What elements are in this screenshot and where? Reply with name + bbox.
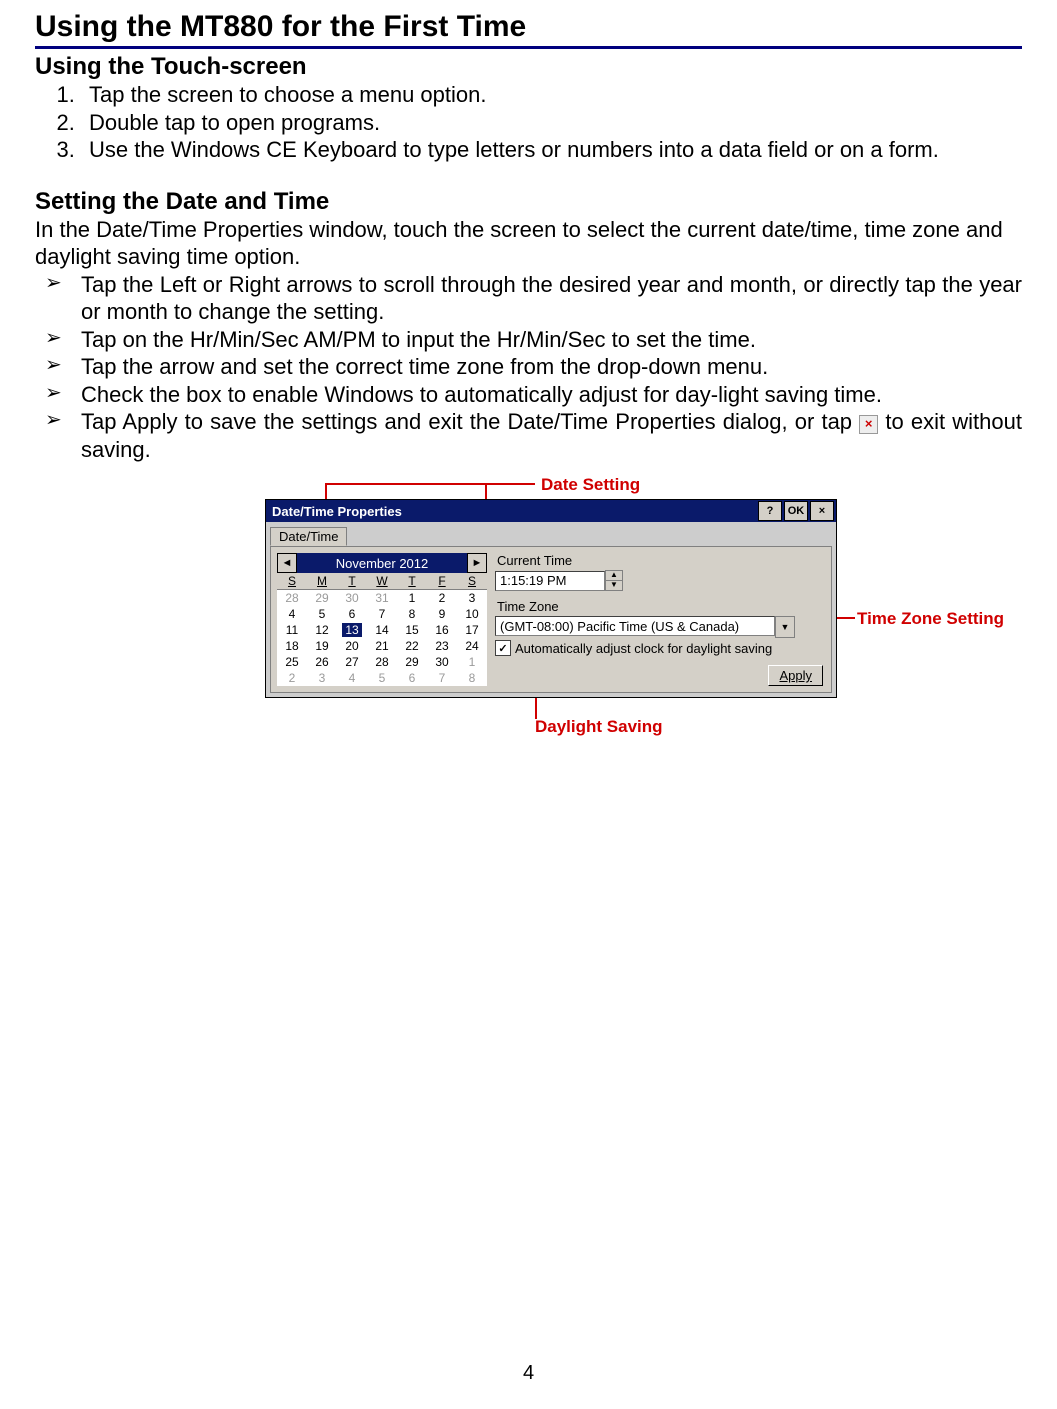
calendar-dow: M (307, 573, 337, 590)
calendar-day[interactable]: 8 (457, 670, 487, 686)
calendar-dow: W (367, 573, 397, 590)
list-item: Check the box to enable Windows to autom… (81, 381, 1022, 409)
calendar-day[interactable]: 15 (397, 622, 427, 638)
calendar-day[interactable]: 19 (307, 638, 337, 654)
calendar-day[interactable]: 29 (397, 654, 427, 670)
tab-strip: Date/Time (266, 522, 836, 546)
calendar-day[interactable]: 11 (277, 622, 307, 638)
calendar-day[interactable]: 12 (307, 622, 337, 638)
time-input[interactable] (495, 571, 605, 591)
calendar-dow: S (277, 573, 307, 590)
calendar-day[interactable]: 3 (307, 670, 337, 686)
window-titlebar[interactable]: Date/Time Properties ? OK × (266, 500, 836, 522)
touch-steps-list: Tap the screen to choose a menu option.D… (35, 81, 1022, 164)
time-zone-value[interactable] (495, 616, 775, 636)
calendar-day[interactable]: 4 (337, 670, 367, 686)
calendar-day[interactable]: 2 (427, 590, 457, 607)
datetime-properties-window: Date/Time Properties ? OK × Date/Time ◄ … (265, 499, 837, 698)
close-icon: × (859, 415, 878, 434)
list-item: Tap the Left or Right arrows to scroll t… (81, 271, 1022, 326)
tab-datetime[interactable]: Date/Time (270, 527, 347, 546)
calendar-day[interactable]: 3 (457, 590, 487, 607)
list-item: Use the Windows CE Keyboard to type lett… (81, 136, 1022, 164)
time-spinner[interactable]: ▲ ▼ (605, 570, 623, 591)
close-button[interactable]: × (810, 501, 834, 521)
calendar-day[interactable]: 6 (397, 670, 427, 686)
time-zone-dropdown[interactable]: ▼ (495, 616, 795, 638)
datetime-figure: Date Setting Time Setting Time Zone Sett… (35, 469, 1022, 769)
spin-down-icon[interactable]: ▼ (606, 581, 622, 590)
calendar-day[interactable]: 21 (367, 638, 397, 654)
calendar-day[interactable]: 28 (367, 654, 397, 670)
calendar-day[interactable]: 1 (457, 654, 487, 670)
calendar-day[interactable]: 9 (427, 606, 457, 622)
section-datetime-heading: Setting the Date and Time (35, 188, 1022, 216)
list-item: Tap on the Hr/Min/Sec AM/PM to input the… (81, 326, 1022, 354)
calendar-day[interactable]: 28 (277, 590, 307, 607)
prev-month-button[interactable]: ◄ (277, 553, 297, 573)
dst-checkbox[interactable]: ✓ (495, 640, 511, 656)
calendar-day[interactable]: 2 (277, 670, 307, 686)
calendar-day[interactable]: 18 (277, 638, 307, 654)
calendar-day[interactable]: 4 (277, 606, 307, 622)
calendar[interactable]: SMTWTFS 28293031123456789101112131415161… (277, 573, 487, 686)
calendar-day[interactable]: 29 (307, 590, 337, 607)
calendar-day[interactable]: 30 (337, 590, 367, 607)
callout-date: Date Setting (541, 475, 640, 495)
time-zone-label: Time Zone (497, 599, 825, 614)
month-navigator: ◄ November 2012 ► (277, 553, 487, 573)
apply-button[interactable]: Apply (768, 665, 823, 686)
calendar-day[interactable]: 7 (427, 670, 457, 686)
page-number: 4 (0, 1362, 1057, 1385)
calendar-day[interactable]: 5 (367, 670, 397, 686)
calendar-day[interactable]: 20 (337, 638, 367, 654)
calendar-day[interactable]: 7 (367, 606, 397, 622)
page-title: Using the MT880 for the First Time (35, 10, 1022, 49)
calendar-day[interactable]: 31 (367, 590, 397, 607)
calendar-day[interactable]: 10 (457, 606, 487, 622)
calendar-day[interactable]: 14 (367, 622, 397, 638)
callout-timezone: Time Zone Setting (857, 609, 1004, 629)
calendar-day[interactable]: 13 (337, 622, 367, 638)
calendar-dow: T (397, 573, 427, 590)
next-month-button[interactable]: ► (467, 553, 487, 573)
calendar-day[interactable]: 23 (427, 638, 457, 654)
callout-dst: Daylight Saving (535, 717, 663, 737)
calendar-day[interactable]: 22 (397, 638, 427, 654)
calendar-day[interactable]: 26 (307, 654, 337, 670)
list-item: Tap the screen to choose a menu option. (81, 81, 1022, 109)
list-item: Tap Apply to save the settings and exit … (81, 408, 1022, 463)
help-button[interactable]: ? (758, 501, 782, 521)
calendar-day[interactable]: 30 (427, 654, 457, 670)
month-label[interactable]: November 2012 (297, 556, 467, 571)
dropdown-arrow-icon[interactable]: ▼ (775, 616, 795, 638)
calendar-dow: T (337, 573, 367, 590)
calendar-day[interactable]: 6 (337, 606, 367, 622)
calendar-day[interactable]: 5 (307, 606, 337, 622)
list-item: Tap the arrow and set the correct time z… (81, 353, 1022, 381)
ok-button[interactable]: OK (784, 501, 808, 521)
current-time-label: Current Time (497, 553, 825, 568)
dst-label: Automatically adjust clock for daylight … (515, 641, 772, 656)
datetime-intro: In the Date/Time Properties window, touc… (35, 216, 1022, 271)
calendar-dow: F (427, 573, 457, 590)
calendar-day[interactable]: 1 (397, 590, 427, 607)
section-touch-heading: Using the Touch-screen (35, 53, 1022, 81)
calendar-day[interactable]: 24 (457, 638, 487, 654)
calendar-day[interactable]: 8 (397, 606, 427, 622)
window-title: Date/Time Properties (266, 504, 758, 519)
list-item: Double tap to open programs. (81, 109, 1022, 137)
calendar-dow: S (457, 573, 487, 590)
calendar-day[interactable]: 17 (457, 622, 487, 638)
calendar-day[interactable]: 25 (277, 654, 307, 670)
calendar-day[interactable]: 16 (427, 622, 457, 638)
calendar-day[interactable]: 27 (337, 654, 367, 670)
datetime-bullets: Tap the Left or Right arrows to scroll t… (35, 271, 1022, 464)
